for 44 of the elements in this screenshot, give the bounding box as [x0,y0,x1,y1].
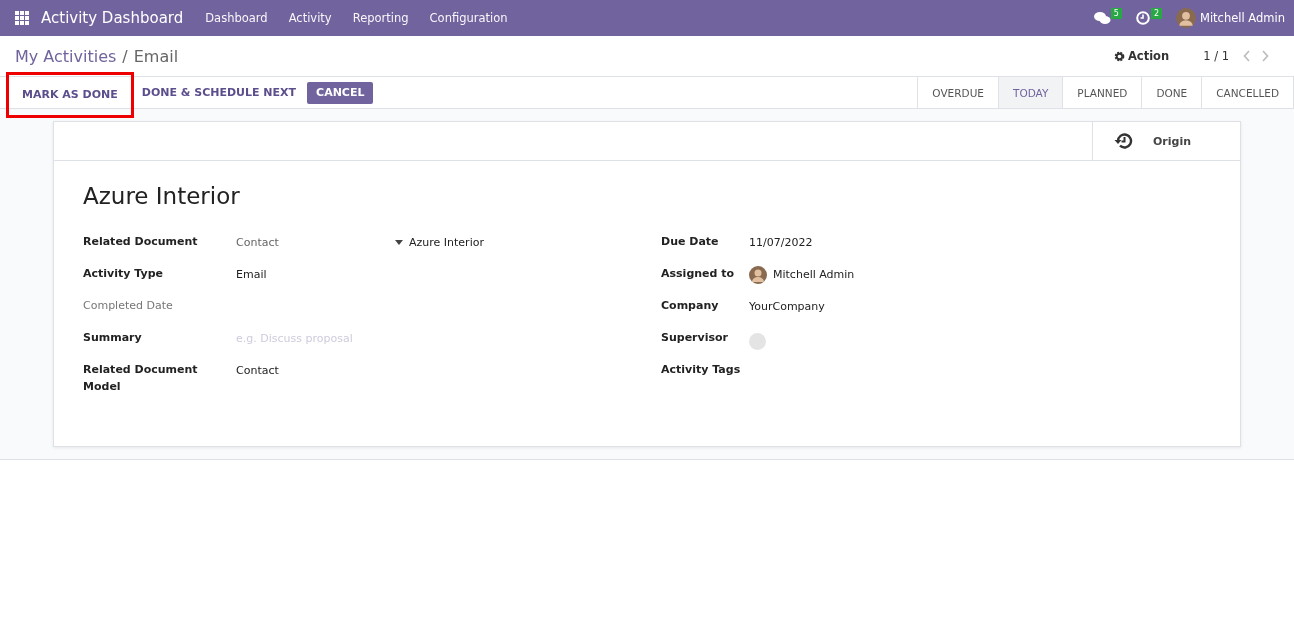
count-badge: 2 [1150,8,1162,19]
count-badge: 5 [1110,8,1122,19]
action-button[interactable]: MARK AS DONE [9,74,131,115]
field-value[interactable]: Azure Interior [409,234,484,251]
field-value[interactable]: 11/07/2022 [749,234,813,251]
field-label: Company [661,298,720,314]
app-title[interactable]: Activity Dashboard [41,9,184,27]
field-label: Supervisor [661,330,729,346]
cancel-button[interactable]: CANCEL [307,81,374,104]
apps-grid-icon[interactable] [15,11,29,25]
menu-item[interactable]: Activity [288,11,332,25]
field-label: Assigned to [661,266,736,282]
field-label: Summary [83,330,143,346]
caret-icon[interactable] [395,240,403,245]
origin-button[interactable]: Origin [1092,122,1240,160]
menu-item[interactable]: Configuration [429,11,508,25]
action-button[interactable]: Action [1113,49,1170,63]
field-value[interactable]: Mitchell Admin [773,266,855,283]
menu-item[interactable]: Reporting [352,11,409,25]
field-label: Activity Type [83,266,164,282]
user-name[interactable]: Mitchell Admin [1200,11,1285,25]
history-icon [1113,132,1133,150]
breadcrumb-link[interactable]: My Activities [15,46,117,66]
breadcrumb-separator: / [122,46,128,66]
breadcrumb-current: Email [133,46,179,66]
field-label: Related Document Model [83,362,199,395]
avatar-icon[interactable] [1176,8,1196,28]
field-value[interactable]: YourCompany [749,298,825,315]
field-value[interactable]: Email [236,266,267,283]
menu-item[interactable]: Dashboard [205,11,268,25]
field-label: Related Document [83,234,199,250]
pager-counter: 1 / 1 [1203,49,1229,63]
field-label: Activity Tags [661,362,742,378]
avatar-icon [749,266,767,284]
field-label: Due Date [661,234,720,250]
field-value[interactable]: Contact [236,234,389,251]
clock-icon[interactable] [1135,11,1150,25]
record-title: Azure Interior [83,183,241,209]
field-label: Completed Date [83,298,174,314]
action-button[interactable]: DONE & SCHEDULE NEXT [135,77,303,108]
field-value[interactable]: Contact [236,362,279,379]
chat-icon[interactable] [1093,11,1111,25]
gear-icon [1113,50,1125,62]
status-stage[interactable]: TODAY [998,77,1064,108]
